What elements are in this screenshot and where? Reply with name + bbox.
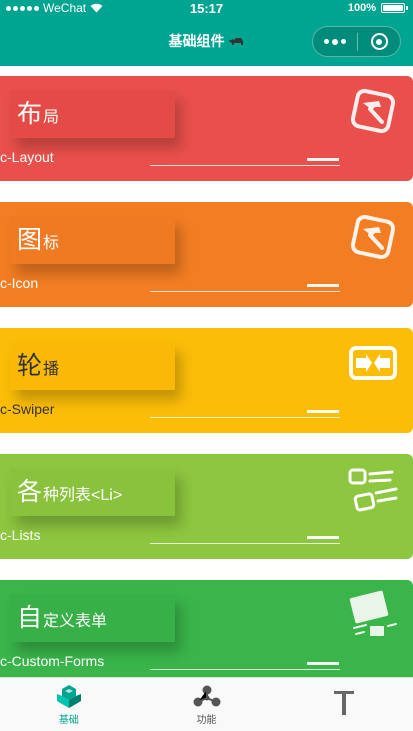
hammer-icon [350,88,396,134]
card-title-small: 标 [43,235,60,252]
tab-basic[interactable]: 基础 [0,678,138,731]
card-title: 轮 播 [10,342,175,390]
card-subtitle: c-Layout [0,149,54,165]
card-title-big: 轮 [17,352,43,380]
card-title: 各 种列表<Li> [10,468,175,516]
card-title-small: 局 [43,109,60,126]
form-icon [349,590,397,636]
card-title-small: 定义表单 [43,613,108,630]
header: WeChat 15:17 100% 基础组件 [0,0,413,66]
card-swiper[interactable]: 轮 播 c-Swiper [0,328,413,433]
card-underline [150,417,340,418]
nav-title-text: 基础组件 [168,33,225,49]
card-lists[interactable]: 各 种列表<Li> c-Lists [0,454,413,559]
card-title: 自 定义表单 [10,594,175,642]
card-layout[interactable]: 布 局 c-Layout [0,76,413,181]
card-title-big: 布 [17,100,43,128]
list-icon [348,468,398,512]
card-title-big: 自 [17,604,43,632]
tab-label: 功能 [196,715,217,726]
card-underline [150,543,340,544]
more-button[interactable] [313,38,357,45]
close-button[interactable] [358,33,400,50]
status-bar: WeChat 15:17 100% [0,0,413,17]
card-title-small: 播 [43,361,60,378]
rhino-icon [229,38,244,45]
card-dash [307,158,339,161]
card-dash [307,410,339,413]
close-icon [370,33,388,50]
card-title-big: 各 [17,478,43,506]
card-underline [150,669,340,670]
card-subtitle: c-Lists [0,527,41,543]
battery-icon [381,3,408,13]
hammer-icon [350,214,396,260]
card-title: 布 局 [10,90,175,138]
cube-icon [56,685,81,708]
card-subtitle: c-Icon [0,275,39,291]
card-subtitle: c-Swiper [0,401,55,417]
card-title: 图 标 [10,216,175,264]
card-subtitle: c-Custom-Forms [0,653,105,669]
card-title-big: 图 [17,226,43,254]
card-underline [150,291,340,292]
card-dash [307,536,339,539]
card-underline [150,165,340,166]
card-title-small: 种列表<Li> [43,487,123,504]
tab-bar: 基础 功能 [0,677,413,731]
status-right: 100% [347,2,408,14]
tab-features[interactable]: 功能 [138,678,276,731]
tab-label: 基础 [58,715,79,726]
network-icon [193,685,220,707]
tab-third[interactable] [275,678,413,731]
card-icon[interactable]: 图 标 c-Icon [0,202,413,307]
card-custom-forms[interactable]: 自 定义表单 c-Custom-Forms [0,580,413,685]
text-t-icon [334,691,355,715]
card-dash [307,662,339,665]
swiper-icon [349,346,397,380]
page: WeChat 15:17 100% 基础组件 布 局 c-Layout 图 标 … [0,0,413,731]
mini-program-capsule [312,26,401,57]
card-dash [307,284,339,287]
battery-percent: 100% [347,2,376,14]
